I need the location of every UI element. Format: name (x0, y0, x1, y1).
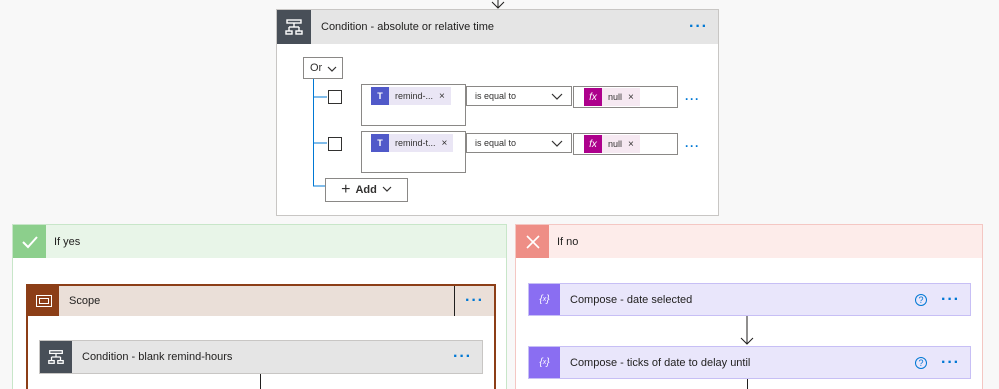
compose-icon: {x} (529, 347, 560, 378)
row1-operator-value: is equal to (475, 91, 517, 101)
row1-value-token: fx null × (584, 88, 640, 106)
scope-title: Scope (69, 295, 101, 307)
chevron-down-icon (382, 184, 392, 196)
compose-2-more-icon[interactable]: ··· (931, 354, 970, 370)
if-no-header: If no (516, 225, 982, 258)
inner-condition-title: Condition - blank remind-hours (82, 351, 233, 363)
compose-2-title: Compose - ticks of date to delay until (570, 356, 751, 369)
row1-value-close-icon[interactable]: × (628, 92, 640, 103)
scope-icon (28, 286, 59, 316)
help-icon[interactable]: ? (915, 356, 928, 369)
add-button[interactable]: + Add (325, 178, 408, 202)
condition-card: Condition - absolute or relative time ··… (276, 9, 719, 216)
row1-checkbox[interactable] (328, 90, 342, 104)
condition-icon (40, 341, 72, 373)
row1-left-operand[interactable]: T remind-... × (361, 84, 466, 126)
plus-icon: + (341, 181, 351, 198)
compose-icon: {x} (529, 284, 560, 315)
row2-checkbox[interactable] (328, 137, 342, 151)
teams-icon: T (371, 87, 389, 105)
compose-1-header: {x} Compose - date selected ? ··· (529, 284, 970, 315)
row2-value-close-icon[interactable]: × (628, 139, 640, 150)
row2-token-label: remind-t... (395, 138, 436, 148)
check-icon (13, 225, 46, 258)
tree-connector (313, 79, 327, 187)
scope-more-icon[interactable]: ··· (455, 293, 494, 309)
inner-condition-card: Condition - blank remind-hours ··· (39, 340, 483, 374)
inner-connector-line (260, 374, 261, 389)
condition-card-header[interactable]: Condition - absolute or relative time ··… (277, 10, 718, 44)
inner-condition-header[interactable]: Condition - blank remind-hours ··· (40, 341, 482, 373)
chevron-down-icon (551, 138, 563, 150)
row1-right-operand[interactable]: fx null × (573, 86, 678, 108)
compose-ticks-card[interactable]: {x} Compose - ticks of date to delay unt… (528, 346, 971, 379)
chevron-down-icon (551, 91, 563, 103)
condition-more-icon[interactable]: ··· (679, 19, 718, 35)
chevron-down-icon (327, 64, 337, 76)
compose-date-selected-card[interactable]: {x} Compose - date selected ? ··· (528, 283, 971, 316)
row2-left-operand[interactable]: T remind-t... × (361, 131, 466, 173)
row1-value-label: null (608, 92, 623, 102)
if-yes-label: If yes (54, 235, 81, 248)
if-yes-header: If yes (13, 225, 506, 258)
help-icon[interactable]: ? (915, 293, 928, 306)
add-label: Add (355, 184, 377, 196)
scope-card: Scope ··· Condition - blank remind-hours… (26, 284, 496, 389)
bottom-connector-line (747, 379, 748, 389)
close-icon (516, 225, 549, 258)
scope-header[interactable]: Scope ··· (28, 286, 494, 316)
row1-token-label: remind-... (395, 91, 434, 101)
compose-1-more-icon[interactable]: ··· (931, 291, 970, 307)
row2-value-label: null (608, 139, 623, 149)
if-no-branch: If no {x} Compose - date selected ? ··· … (515, 224, 983, 389)
row2-right-operand[interactable]: fx null × (573, 133, 678, 155)
fx-icon: fx (584, 88, 602, 106)
if-no-label: If no (557, 235, 579, 248)
row2-token-close-icon[interactable]: × (442, 138, 454, 149)
row1-token: T remind-... × (371, 87, 451, 105)
group-operator-select[interactable]: Or (303, 57, 343, 79)
condition-icon (277, 10, 311, 44)
fx-icon: fx (584, 135, 602, 153)
row1-more-icon[interactable]: ··· (675, 93, 710, 105)
row2-value-token: fx null × (584, 135, 640, 153)
row1-operator-select[interactable]: is equal to (466, 86, 572, 106)
row2-token: T remind-t... × (371, 134, 454, 152)
row2-operator-value: is equal to (475, 138, 517, 148)
row2-more-icon[interactable]: ··· (675, 140, 710, 152)
if-yes-branch: If yes Scope ··· Condition - blank remin… (12, 224, 507, 389)
compose-2-header: {x} Compose - ticks of date to delay unt… (529, 347, 970, 378)
compose-connector-arrow (739, 316, 755, 346)
inner-condition-more-icon[interactable]: ··· (443, 349, 482, 365)
row2-operator-select[interactable]: is equal to (466, 133, 572, 153)
row1-token-close-icon[interactable]: × (439, 91, 451, 102)
group-operator-value: Or (310, 62, 323, 74)
compose-1-title: Compose - date selected (570, 293, 693, 306)
teams-icon: T (371, 134, 389, 152)
condition-title: Condition - absolute or relative time (321, 21, 495, 33)
